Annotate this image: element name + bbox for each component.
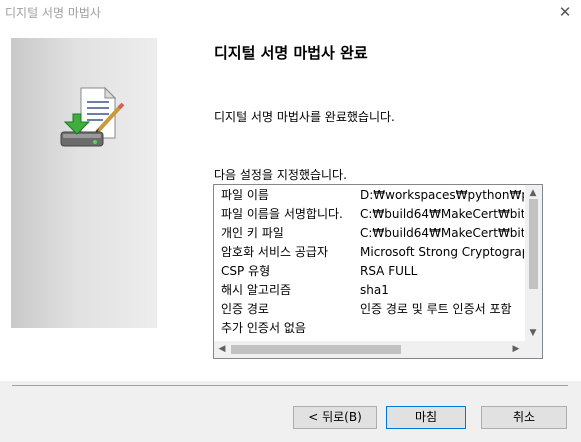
settings-list[interactable]: 파일 이름 D:₩workspaces₩python₩pgadmin 파일 이름… — [213, 184, 543, 359]
vertical-scrollbar[interactable]: ▲ ▼ — [525, 185, 542, 341]
horizontal-scrollbar[interactable]: ◀ ▶ — [214, 341, 542, 358]
setting-key: 추가 인증서 없음 — [221, 321, 306, 335]
setting-value: C:₩build64₩MakeCert₩bitnine — [360, 207, 524, 221]
settings-label: 다음 설정을 지정했습니다. — [214, 168, 347, 182]
finish-button[interactable]: 마침 — [386, 406, 466, 429]
scroll-up-icon[interactable]: ▲ — [526, 186, 540, 200]
list-item[interactable]: 추가 인증서 없음 — [214, 319, 524, 338]
setting-key: 암호화 서비스 공급자 — [221, 245, 328, 259]
setting-value: RSA FULL — [360, 264, 418, 278]
list-item[interactable]: 파일 이름을 서명합니다. C:₩build64₩MakeCert₩bitnin… — [214, 205, 524, 224]
scroll-down-icon[interactable]: ▼ — [526, 326, 540, 340]
setting-key: 개인 키 파일 — [221, 226, 284, 240]
list-item[interactable]: 파일 이름 D:₩workspaces₩python₩pgadmin — [214, 186, 524, 205]
setting-value: Microsoft Strong Cryptographic — [360, 245, 524, 259]
sign-document-icon — [60, 86, 125, 147]
list-item[interactable]: 개인 키 파일 C:₩build64₩MakeCert₩bitnine — [214, 224, 524, 243]
list-item[interactable]: 해시 알고리즘 sha1 — [214, 281, 524, 300]
back-button[interactable]: < 뒤로(B) — [293, 406, 377, 429]
settings-list-view: 파일 이름 D:₩workspaces₩python₩pgadmin 파일 이름… — [214, 185, 524, 341]
setting-value: C:₩build64₩MakeCert₩bitnine — [360, 226, 524, 240]
setting-key: 인증 경로 — [221, 302, 269, 316]
setting-key: 해시 알고리즘 — [221, 283, 292, 297]
setting-value: 인증 경로 및 루트 인증서 포함 — [360, 302, 512, 316]
list-item[interactable]: CSP 유형 RSA FULL — [214, 262, 524, 281]
completion-message: 디지털 서명 마법사를 완료했습니다. — [214, 110, 395, 124]
list-item[interactable]: 인증 경로 인증 경로 및 루트 인증서 포함 — [214, 300, 524, 319]
page-title: 디지털 서명 마법사 완료 — [214, 44, 368, 62]
list-item[interactable]: 암호화 서비스 공급자 Microsoft Strong Cryptograph… — [214, 243, 524, 262]
setting-value: sha1 — [360, 283, 389, 297]
window-title: 디지털 서명 마법사 — [5, 6, 101, 20]
cancel-button[interactable]: 취소 — [481, 406, 567, 429]
horizontal-scroll-thumb[interactable] — [231, 345, 401, 354]
setting-value: D:₩workspaces₩python₩pgadmin — [360, 188, 524, 202]
wizard-side-image — [11, 38, 157, 328]
scroll-left-icon[interactable]: ◀ — [215, 342, 229, 356]
wizard-panel: 디지털 서명 마법사 완료 디지털 서명 마법사를 완료했습니다. 다음 설정을… — [0, 24, 581, 381]
setting-key: 파일 이름을 서명합니다. — [221, 207, 343, 221]
divider — [12, 385, 568, 386]
close-icon[interactable]: ✕ — [555, 2, 575, 22]
title-bar: 디지털 서명 마법사 ✕ — [0, 0, 581, 24]
vertical-scroll-thumb[interactable] — [529, 199, 538, 289]
scroll-right-icon[interactable]: ▶ — [509, 342, 523, 356]
setting-key: 파일 이름 — [221, 188, 269, 202]
setting-key: CSP 유형 — [221, 264, 271, 278]
